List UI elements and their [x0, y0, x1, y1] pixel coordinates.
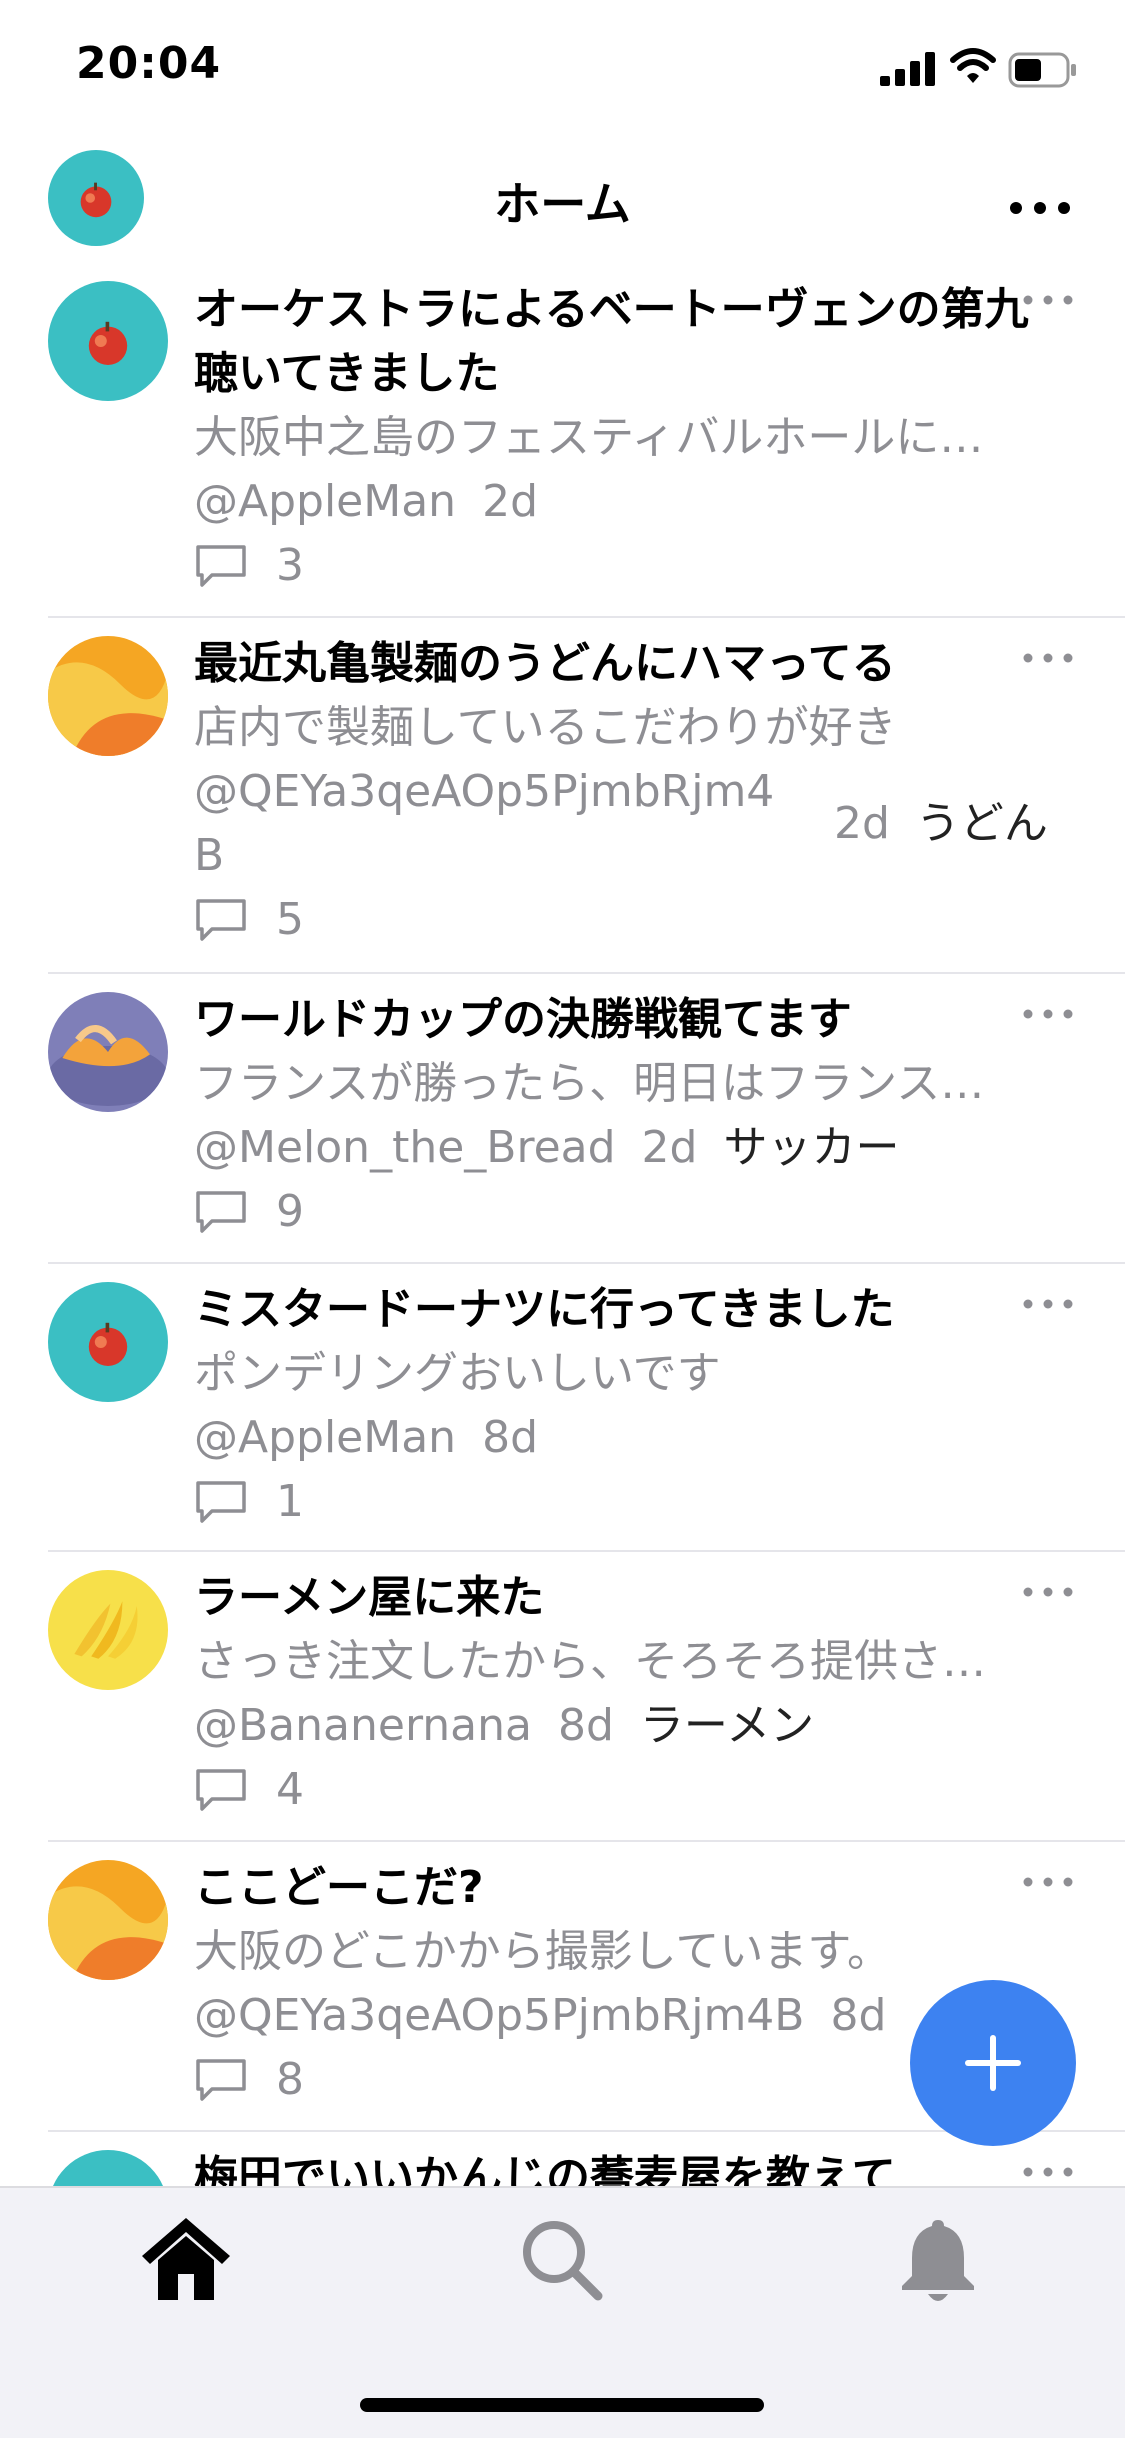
author-avatar[interactable]	[48, 992, 168, 1112]
author-handle[interactable]: @Bananernana	[194, 1700, 532, 1751]
post-more-icon[interactable]	[1020, 648, 1076, 668]
status-bar: 20:04	[0, 0, 1125, 140]
post-more-icon[interactable]	[1020, 1004, 1076, 1024]
nav-header: ホーム	[0, 150, 1125, 260]
author-avatar[interactable]	[48, 1282, 168, 1402]
post-meta: @AppleMan 2d	[194, 470, 1054, 534]
tab-notifications[interactable]	[888, 2210, 988, 2310]
post-meta: @Melon_the_Bread 2d サッカー	[194, 1116, 1054, 1180]
post-meta: @QEYa3qeAOp5PjmbRjm4 B 2d うどん	[194, 760, 1054, 888]
post-content: 梅田でいいかんじの蕎麦屋を教えて	[194, 2146, 1054, 2186]
post-date: 8d	[830, 1990, 887, 2041]
post-date: 2d	[482, 476, 539, 527]
comment-count-value: 9	[276, 1186, 304, 1237]
post-title: オーケストラによるベートーヴェンの第九聴いてきました	[194, 284, 1029, 399]
post-title: 最近丸亀製麺のうどんにハマってる	[194, 638, 896, 689]
author-handle[interactable]: @QEYa3qeAOp5PjmbRjm4B	[194, 1990, 804, 2041]
author-avatar[interactable]	[48, 281, 168, 401]
post-meta: @AppleMan 8d	[194, 1406, 1054, 1470]
battery-icon	[1008, 52, 1076, 88]
post-feed[interactable]: オーケストラによるベートーヴェンの第九聴いてきました 大阪中之島のフェスティバル…	[0, 278, 1125, 2186]
author-avatar[interactable]	[48, 1570, 168, 1690]
comment-icon	[196, 1191, 246, 1233]
post-item[interactable]: ワールドカップの決勝戦観てます フランスが勝ったら、明日はフランス… @Melo…	[0, 974, 1125, 1264]
author-avatar[interactable]	[48, 1860, 168, 1980]
post-title: ラーメン屋に来た	[194, 1572, 545, 1623]
post-tag[interactable]: うどん	[916, 798, 1048, 849]
post-title: ミスタードーナツに行ってきました	[194, 1284, 895, 1335]
search-icon	[523, 2221, 603, 2301]
comment-count-value: 5	[276, 894, 304, 945]
post-item[interactable]: オーケストラによるベートーヴェンの第九聴いてきました 大阪中之島のフェスティバル…	[0, 278, 1125, 618]
post-content: ラーメン屋に来た さっき注文したから、そろそろ提供さ… @Bananernana…	[194, 1566, 1054, 1822]
comment-count[interactable]: 9	[194, 1180, 1054, 1244]
page-title: ホーム	[494, 177, 631, 231]
status-time: 20:04	[76, 38, 222, 89]
post-content: ワールドカップの決勝戦観てます フランスが勝ったら、明日はフランス… @Melo…	[194, 988, 1054, 1244]
home-icon	[142, 2218, 230, 2300]
tab-search[interactable]	[512, 2210, 612, 2310]
post-body: 大阪中之島のフェスティバルホールに…	[194, 412, 984, 463]
comment-count[interactable]: 4	[194, 1758, 1054, 1822]
post-item[interactable]: ラーメン屋に来た さっき注文したから、そろそろ提供さ… @Bananernana…	[0, 1552, 1125, 1842]
comment-count-value: 4	[276, 1764, 304, 1815]
wifi-icon	[950, 48, 996, 83]
post-content: ミスタードーナツに行ってきました ポンデリングおいしいです @AppleMan 8…	[194, 1278, 1054, 1534]
comment-count-value: 1	[276, 1476, 304, 1527]
post-more-icon[interactable]	[1020, 290, 1076, 310]
post-body: フランスが勝ったら、明日はフランス…	[194, 1058, 985, 1109]
home-indicator[interactable]	[360, 2398, 764, 2412]
post-body: ポンデリングおいしいです	[194, 1348, 721, 1399]
plus-icon	[965, 2035, 1021, 2091]
comment-count[interactable]: 3	[194, 534, 1054, 598]
author-avatar[interactable]	[48, 636, 168, 756]
author-handle[interactable]: @AppleMan	[194, 476, 456, 527]
ellipsis-icon[interactable]	[1000, 160, 1080, 236]
post-more-icon[interactable]	[1020, 2162, 1076, 2182]
post-date: 2d	[834, 798, 890, 849]
comment-count-value: 8	[276, 2054, 304, 2105]
comment-icon	[196, 1481, 246, 1523]
post-date: 2d	[641, 1122, 698, 1173]
signal-icon	[880, 52, 935, 86]
post-more-icon[interactable]	[1020, 1872, 1076, 1892]
post-tag[interactable]: ラーメン	[640, 1700, 814, 1751]
post-meta: @Bananernana 8d ラーメン	[194, 1694, 1054, 1758]
comment-icon	[196, 545, 246, 587]
post-body: 大阪のどこかから撮影しています。	[194, 1926, 891, 1977]
comment-count[interactable]: 1	[194, 1470, 1054, 1534]
tab-home[interactable]	[136, 2210, 236, 2310]
post-more-icon[interactable]	[1020, 1294, 1076, 1314]
post-title: ここどーこだ?	[194, 1862, 484, 1913]
post-item[interactable]: 梅田でいいかんじの蕎麦屋を教えて	[0, 2132, 1125, 2186]
post-title: ワールドカップの決勝戦観てます	[194, 994, 852, 1045]
compose-button[interactable]	[910, 1980, 1076, 2146]
author-handle[interactable]: @AppleMan	[194, 1412, 456, 1463]
post-date: 8d	[557, 1700, 614, 1751]
post-body: さっき注文したから、そろそろ提供さ…	[194, 1636, 986, 1687]
comment-count-value: 3	[276, 540, 304, 591]
post-body: 店内で製麺しているこだわりが好き	[194, 702, 897, 753]
author-handle[interactable]: @Melon_the_Bread	[194, 1122, 616, 1173]
comment-icon	[196, 2059, 246, 2101]
author-avatar[interactable]	[48, 2150, 168, 2186]
post-more-icon[interactable]	[1020, 1582, 1076, 1602]
bell-icon	[902, 2220, 974, 2301]
post-date: 8d	[482, 1412, 539, 1463]
comment-icon	[196, 1769, 246, 1811]
post-item[interactable]: 最近丸亀製麺のうどんにハマってる 店内で製麺しているこだわりが好き @QEYa3…	[0, 618, 1125, 974]
post-tag[interactable]: サッカー	[723, 1122, 899, 1173]
comment-count[interactable]: 5	[194, 888, 1054, 952]
comment-icon	[196, 899, 246, 941]
post-title: 梅田でいいかんじの蕎麦屋を教えて	[194, 2152, 896, 2186]
post-item[interactable]: ミスタードーナツに行ってきました ポンデリングおいしいです @AppleMan 8…	[0, 1264, 1125, 1552]
post-content: 最近丸亀製麺のうどんにハマってる 店内で製麺しているこだわりが好き @QEYa3…	[194, 632, 1054, 952]
post-content: オーケストラによるベートーヴェンの第九聴いてきました 大阪中之島のフェスティバル…	[194, 278, 1054, 598]
